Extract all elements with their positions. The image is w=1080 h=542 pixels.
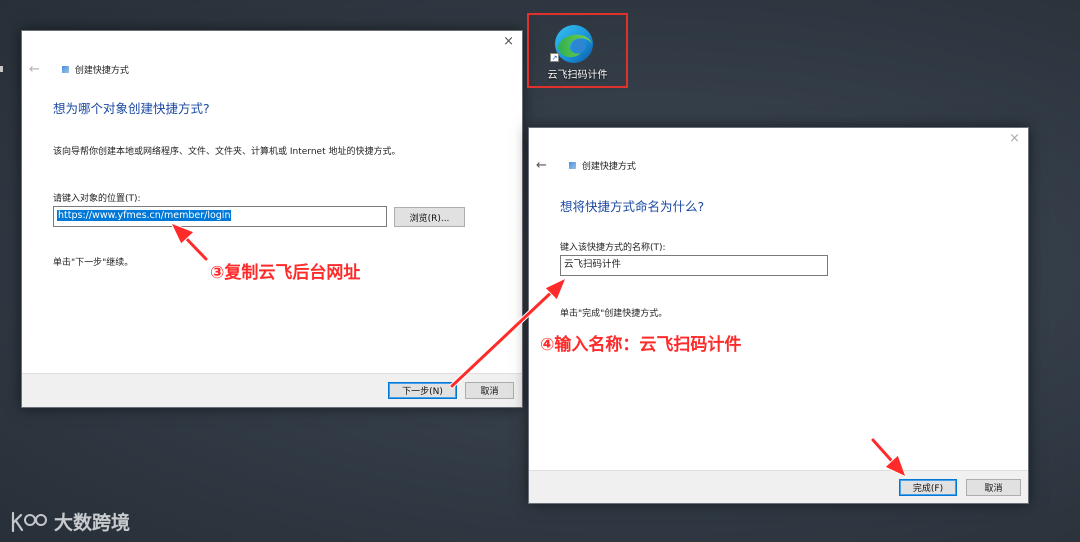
brand-logo-icon	[11, 511, 47, 532]
create-shortcut-window-location: × ← 创建快捷方式 想为哪个对象创建快捷方式? 该向导帮你创建本地或网络程序、…	[21, 30, 523, 408]
location-label: 请键入对象的位置(T):	[53, 194, 141, 204]
create-shortcut-window-name: × ← 创建快捷方式 想将快捷方式命名为什么? 键入该快捷方式的名称(T): 云…	[528, 127, 1029, 504]
step3-annotation: ③复制云飞后台网址	[210, 263, 361, 283]
desktop-shortcut[interactable]: ↗ 云飞扫码计件	[529, 15, 626, 86]
page-heading: 想为哪个对象创建快捷方式?	[53, 101, 210, 116]
close-icon[interactable]: ×	[503, 34, 514, 49]
back-arrow-icon[interactable]: ←	[29, 62, 40, 77]
desktop-shortcut-label: 云飞扫码计件	[547, 70, 608, 81]
browse-button[interactable]: 浏览(R)...	[394, 207, 465, 227]
step4-annotation: ④输入名称：云飞扫码计件	[540, 335, 742, 355]
cancel-button[interactable]: 取消	[465, 382, 514, 399]
back-arrow-icon[interactable]: ←	[536, 158, 547, 173]
brand-name: 大数跨境	[54, 512, 131, 534]
next-button[interactable]: 下一步(N)	[388, 382, 457, 399]
wizard-description: 该向导帮你创建本地或网络程序、文件、文件夹、计算机或 Internet 地址的快…	[53, 147, 401, 157]
page-heading: 想将快捷方式命名为什么?	[560, 199, 705, 214]
location-input-value: https://www.yfmes.cn/member/login	[57, 210, 232, 221]
cancel-button[interactable]: 取消	[966, 479, 1021, 496]
desktop-edge-fragment	[0, 66, 3, 72]
shortcut-wizard-icon	[568, 162, 576, 169]
shortcut-arrow-icon: ↗	[550, 53, 559, 62]
next-hint: 单击"下一步"继续。	[53, 258, 134, 268]
window-title: 创建快捷方式	[74, 66, 129, 76]
desktop-shortcut-highlight: ↗ 云飞扫码计件	[527, 13, 628, 88]
location-input[interactable]: https://www.yfmes.cn/member/login	[53, 206, 387, 227]
finish-hint: 单击"完成"创建快捷方式。	[560, 309, 668, 319]
finish-button[interactable]: 完成(F)	[899, 479, 957, 496]
brand-watermark: 大数跨境	[10, 508, 130, 535]
shortcut-name-input[interactable]: 云飞扫码计件	[560, 255, 828, 276]
shortcut-wizard-icon	[61, 66, 69, 73]
name-label: 键入该快捷方式的名称(T):	[560, 243, 666, 253]
wizard-title-bar: ← 创建快捷方式	[29, 62, 129, 77]
window-title: 创建快捷方式	[581, 162, 636, 172]
close-icon[interactable]: ×	[1009, 131, 1020, 146]
wizard-title-bar: ← 创建快捷方式	[536, 158, 636, 173]
